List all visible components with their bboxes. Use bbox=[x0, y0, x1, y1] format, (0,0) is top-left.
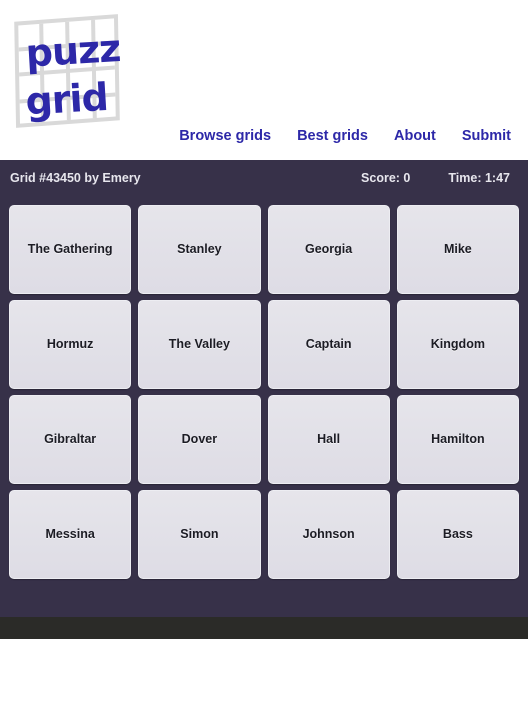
grid-cell[interactable]: Gibraltar bbox=[9, 395, 132, 484]
grid-cell[interactable]: Bass bbox=[396, 490, 519, 579]
grid-cell[interactable]: Mike bbox=[396, 205, 519, 294]
timer-display: Time: 1:47 bbox=[448, 171, 510, 185]
score-display: Score: 0 bbox=[361, 171, 411, 185]
main-navigation: Browse grids Best grids About Submit bbox=[0, 122, 528, 150]
grid-cell[interactable]: The Gathering bbox=[9, 205, 132, 294]
grid-cell-label: Kingdom bbox=[430, 337, 485, 351]
grid-cell[interactable]: Stanley bbox=[138, 205, 261, 294]
grid-cell-label: Mike bbox=[443, 242, 472, 256]
grid-cell[interactable]: Kingdom bbox=[396, 300, 519, 389]
grid-cell-label: Georgia bbox=[305, 242, 353, 256]
grid-cell[interactable]: Hamilton bbox=[396, 395, 519, 484]
page-bottom-whitespace bbox=[0, 639, 528, 704]
grid-info-bar: Grid #43450 by Emery Score: 0 Time: 1:47 bbox=[0, 160, 528, 196]
grid-cell-label: Hormuz bbox=[46, 337, 94, 351]
grid-cell-label: Gibraltar bbox=[44, 432, 97, 446]
grid-cell[interactable]: Georgia bbox=[267, 205, 390, 294]
grid-cell-label: Hamilton bbox=[431, 432, 485, 446]
grid-cell-label: Stanley bbox=[177, 242, 222, 256]
nav-browse-grids[interactable]: Browse grids bbox=[179, 128, 271, 144]
grid-cell[interactable]: Hormuz bbox=[9, 300, 132, 389]
site-logo[interactable]: puzz grid bbox=[11, 10, 129, 136]
puzzle-grid: The Gathering Stanley Georgia Mike Hormu… bbox=[9, 205, 519, 579]
grid-cell-label: The Valley bbox=[168, 337, 230, 351]
grid-cell[interactable]: The Valley bbox=[138, 300, 261, 389]
grid-cell-label: Simon bbox=[180, 527, 219, 541]
grid-cell-label: Captain bbox=[305, 337, 352, 351]
nav-best-grids[interactable]: Best grids bbox=[297, 128, 368, 144]
grid-title: Grid #43450 by Emery bbox=[10, 171, 141, 185]
grid-cell-label: Hall bbox=[317, 432, 341, 446]
puzzle-grid-area: The Gathering Stanley Georgia Mike Hormu… bbox=[0, 196, 528, 617]
footer-strip bbox=[0, 617, 528, 639]
grid-cell[interactable]: Dover bbox=[138, 395, 261, 484]
nav-submit[interactable]: Submit bbox=[462, 128, 511, 144]
grid-cell-label: Johnson bbox=[302, 527, 355, 541]
grid-cell-label: Bass bbox=[442, 527, 473, 541]
site-header: puzz grid Browse grids Best grids About … bbox=[0, 0, 528, 160]
grid-cell-label: Dover bbox=[181, 432, 218, 446]
logo-word-grid: grid bbox=[24, 74, 109, 124]
grid-cell-label: The Gathering bbox=[27, 242, 113, 256]
grid-cell[interactable]: Simon bbox=[138, 490, 261, 579]
logo-word-puzz: puzz bbox=[24, 26, 122, 76]
logo-wordmark: puzz grid bbox=[7, 7, 132, 140]
grid-cell[interactable]: Johnson bbox=[267, 490, 390, 579]
nav-about[interactable]: About bbox=[394, 128, 436, 144]
grid-cell[interactable]: Messina bbox=[9, 490, 132, 579]
page-root: puzz grid Browse grids Best grids About … bbox=[0, 0, 528, 704]
grid-cell[interactable]: Hall bbox=[267, 395, 390, 484]
grid-cell-label: Messina bbox=[45, 527, 95, 541]
grid-cell[interactable]: Captain bbox=[267, 300, 390, 389]
